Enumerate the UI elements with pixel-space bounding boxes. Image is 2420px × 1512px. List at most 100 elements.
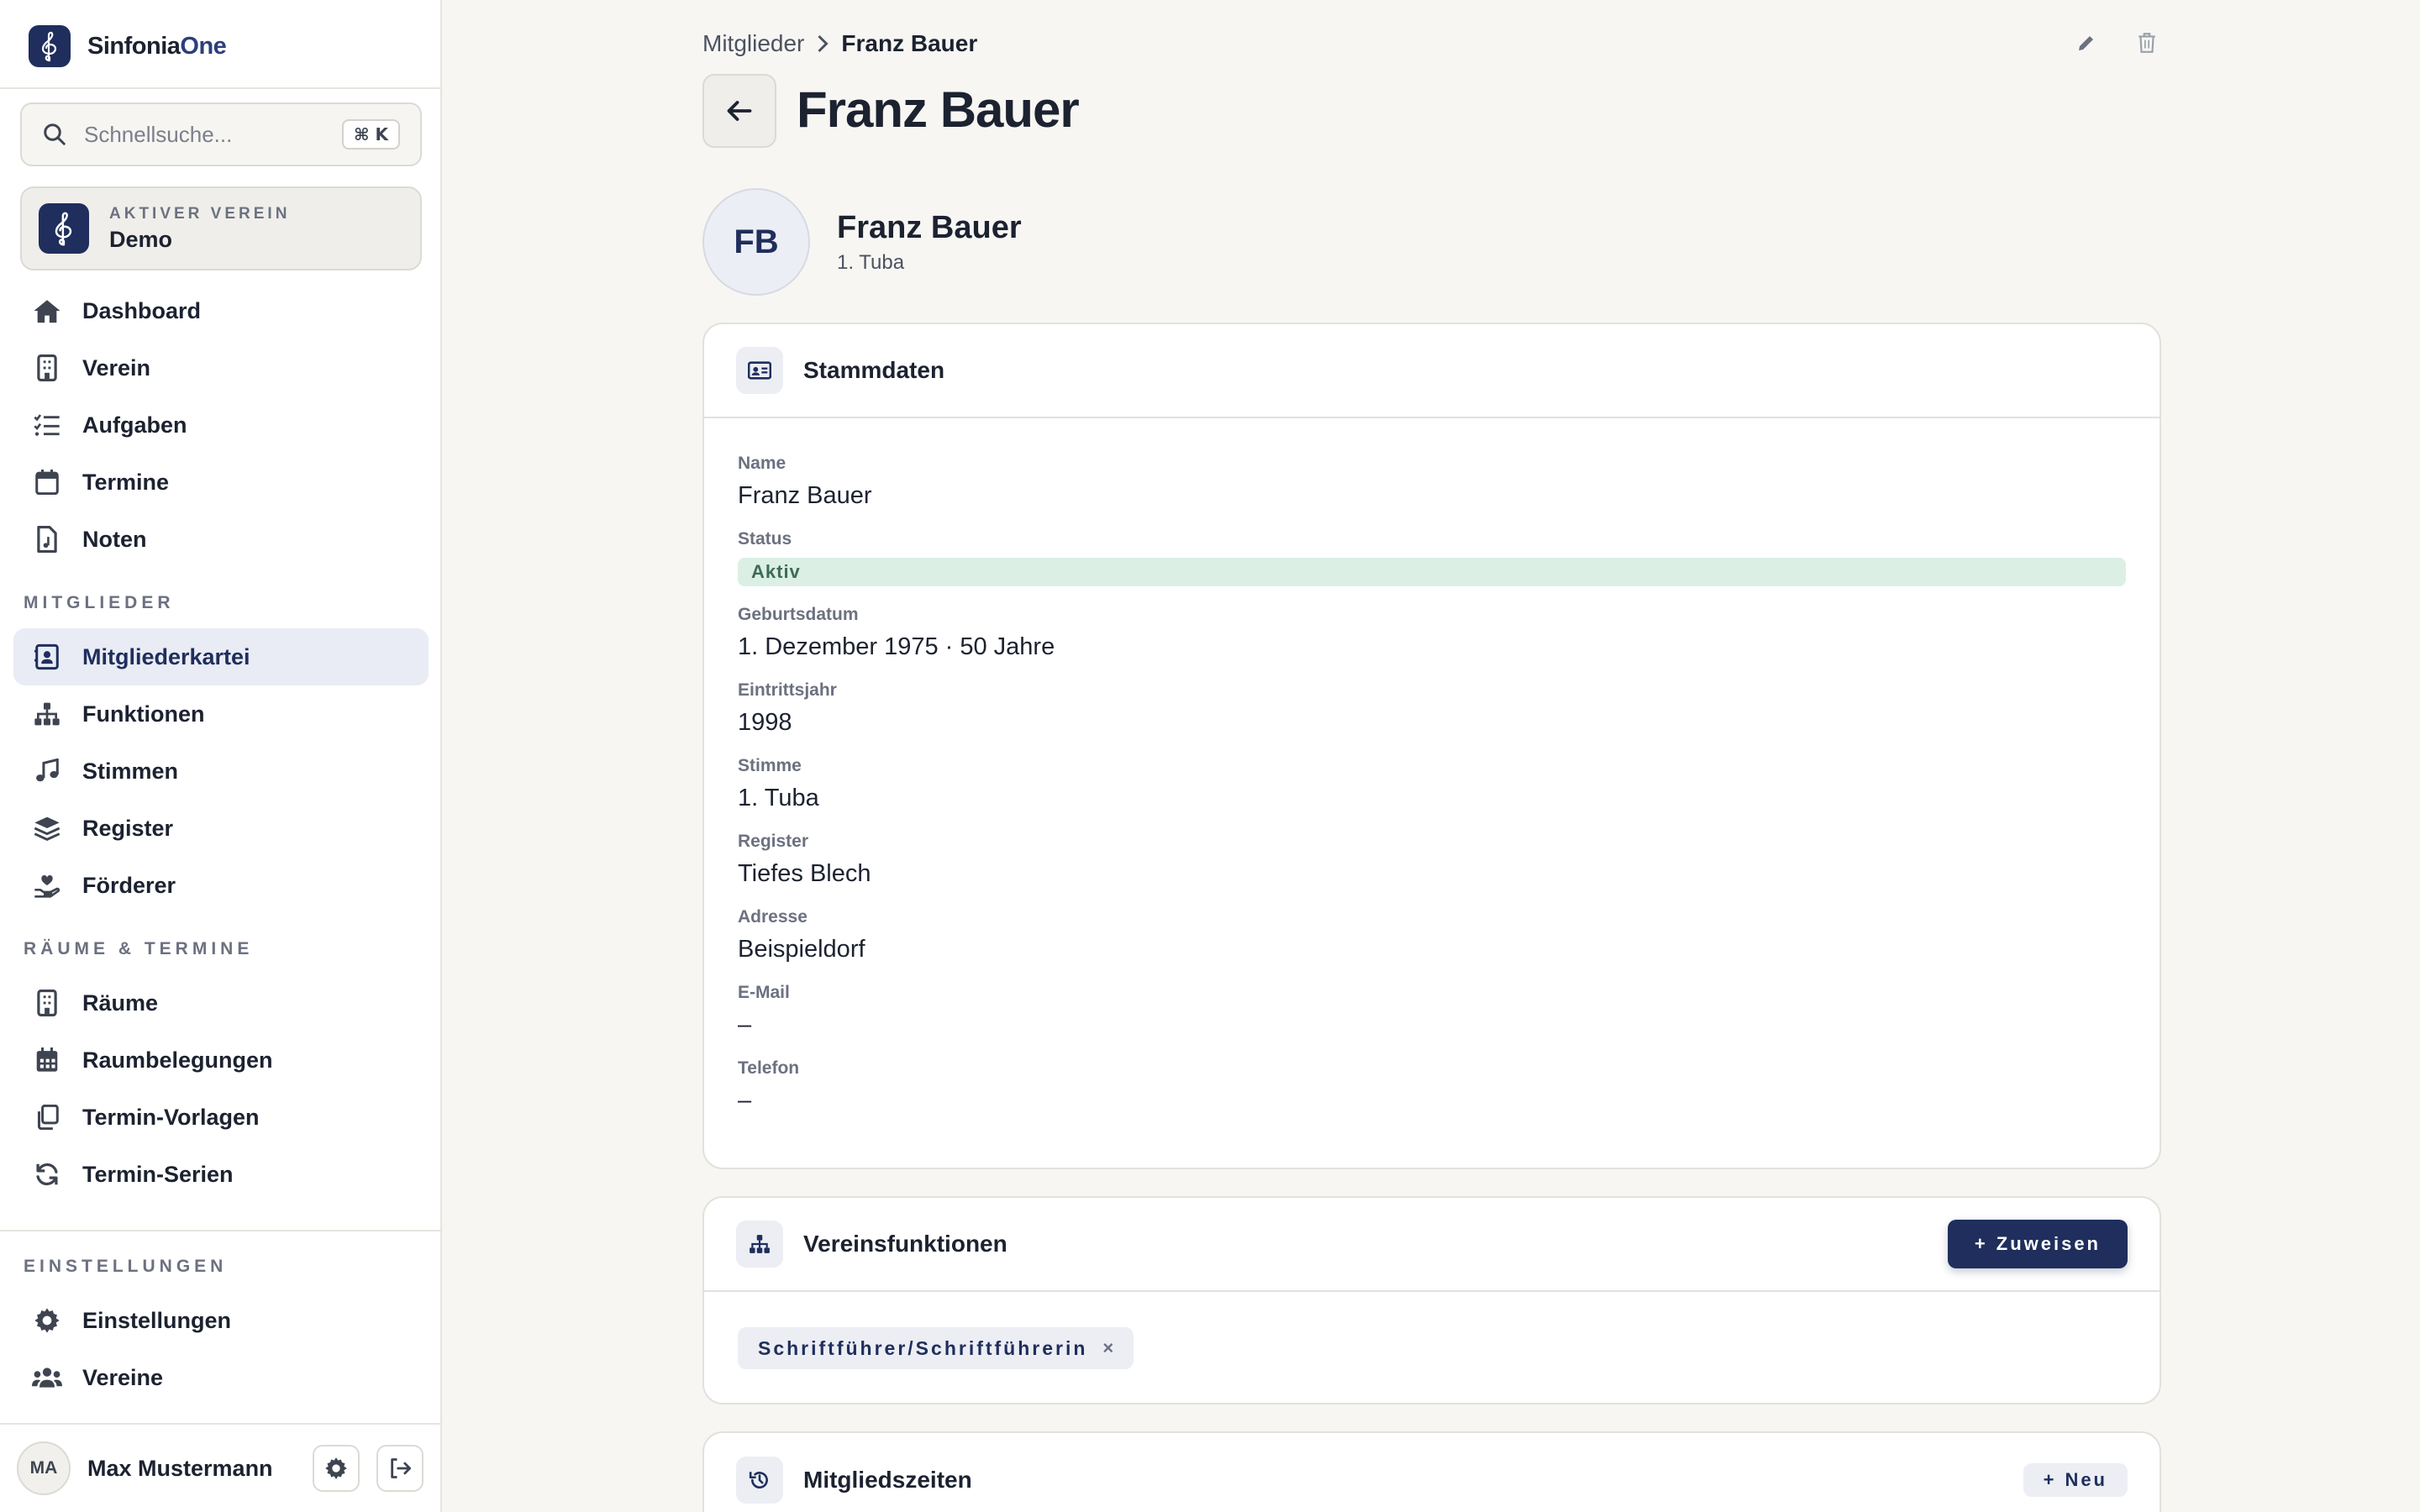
music-note-icon <box>32 756 62 786</box>
nav-item-termine[interactable]: Termine <box>13 454 429 511</box>
app-name: SinfoniaOne <box>87 32 227 60</box>
membership-periods-header: Mitgliedszeiten + Neu <box>704 1433 2160 1512</box>
nav-item-termin-vorlagen[interactable]: Termin-Vorlagen <box>13 1089 429 1146</box>
quick-search[interactable]: Schnellsuche... ⌘ K <box>20 102 422 166</box>
calendar-icon <box>32 467 62 497</box>
building-icon <box>32 988 62 1018</box>
plus-icon: + <box>1974 1233 1988 1254</box>
nav-item-raumbelegungen[interactable]: Raumbelegungen <box>13 1032 429 1089</box>
treble-clef-logo-icon <box>39 203 89 254</box>
stammdaten-title: Stammdaten <box>803 357 945 383</box>
tasks-icon <box>32 410 62 440</box>
section-label-rooms: RÄUME & TERMINE <box>24 939 254 958</box>
field-email: E-Mail – <box>738 983 790 1038</box>
id-card-icon <box>736 347 783 394</box>
member-voice: 1. Tuba <box>837 250 905 274</box>
divider <box>0 87 440 89</box>
search-shortcut: ⌘ K <box>341 119 400 150</box>
refresh-icon <box>32 1159 62 1189</box>
field-phone: Telefon – <box>738 1058 800 1114</box>
nav-item-termin-serien[interactable]: Termin-Serien <box>13 1146 429 1203</box>
search-input[interactable]: Schnellsuche... <box>84 122 342 148</box>
nav-item-noten[interactable]: Noten <box>13 511 429 568</box>
breadcrumb-current: Franz Bauer <box>841 30 978 56</box>
settings-nav-list: EINSTELLUNGEN Einstellungen Vereine <box>13 1231 429 1406</box>
active-club-label: AKTIVER VEREIN <box>109 204 291 223</box>
copy-icon <box>32 1102 62 1132</box>
section-label-members: MITGLIEDER <box>24 593 175 612</box>
settings-nav: EINSTELLUNGEN Einstellungen Vereine <box>0 1230 440 1423</box>
field-status: Status Aktiv <box>738 526 2126 601</box>
field-voice: Stimme 1. Tuba <box>738 756 819 811</box>
calendar-grid-icon <box>32 1045 62 1075</box>
user-bar: MA Max Mustermann <box>0 1423 440 1512</box>
breadcrumb: Mitglieder Franz Bauer <box>702 30 977 57</box>
stammdaten-card: Stammdaten Name Franz Bauer Status Aktiv… <box>702 323 2161 1169</box>
nav-item-mitgliederkartei[interactable]: Mitgliederkartei <box>13 628 429 685</box>
user-name: Max Mustermann <box>87 1455 273 1481</box>
member-profile-header: FB Franz Bauer 1. Tuba <box>702 188 1022 296</box>
page-actions <box>2072 29 2161 57</box>
arrow-left-icon <box>727 101 752 121</box>
nav-item-funktionen[interactable]: Funktionen <box>13 685 429 743</box>
trash-icon <box>2139 33 2155 53</box>
sidebar: SinfoniaOne Schnellsuche... ⌘ K AKTIVER … <box>0 0 442 1512</box>
chevron-right-icon <box>816 34 829 54</box>
history-icon <box>736 1457 783 1504</box>
nav-item-register[interactable]: Register <box>13 800 429 857</box>
treble-clef-logo-icon <box>29 25 71 67</box>
page-title: Franz Bauer <box>797 81 1080 138</box>
nav-item-raeume[interactable]: Räume <box>13 974 429 1032</box>
assign-function-button[interactable]: + Zuweisen <box>1947 1220 2128 1268</box>
field-name: Name Franz Bauer <box>738 454 872 509</box>
functions-header: Vereinsfunktionen + Zuweisen <box>704 1198 2160 1292</box>
brand[interactable]: SinfoniaOne <box>29 25 227 67</box>
nav-item-einstellungen[interactable]: Einstellungen <box>13 1292 429 1349</box>
sitemap-icon <box>736 1221 783 1268</box>
status-badge: Aktiv <box>738 558 2126 586</box>
active-club-switcher[interactable]: AKTIVER VEREIN Demo <box>20 186 422 270</box>
field-address: Adresse Beispieldorf <box>738 907 865 963</box>
logout-button[interactable] <box>376 1445 424 1492</box>
field-birthdate: Geburtsdatum 1. Dezember 1975 · 50 Jahre <box>738 605 1055 660</box>
layers-icon <box>32 813 62 843</box>
hand-heart-icon <box>32 870 62 900</box>
search-icon <box>44 123 66 145</box>
nav-item-foerderer[interactable]: Förderer <box>13 857 429 914</box>
sitemap-icon <box>32 699 62 729</box>
nav-item-verein[interactable]: Verein <box>13 339 429 396</box>
user-settings-button[interactable] <box>313 1445 360 1492</box>
main-nav: Dashboard Verein Aufgaben Termine Noten … <box>13 282 429 1203</box>
breadcrumb-parent[interactable]: Mitglieder <box>702 30 804 57</box>
member-avatar: FB <box>702 188 810 296</box>
user-avatar[interactable]: MA <box>17 1441 71 1495</box>
membership-periods-title: Mitgliedszeiten <box>803 1467 972 1493</box>
function-tag: Schriftführer/Schriftführerin × <box>738 1327 1134 1369</box>
delete-button[interactable] <box>2133 29 2161 57</box>
users-icon <box>32 1362 62 1393</box>
stammdaten-header: Stammdaten <box>704 324 2160 418</box>
nav-item-vereine[interactable]: Vereine <box>13 1349 429 1406</box>
gear-icon <box>32 1305 62 1336</box>
stammdaten-fields: Name Franz Bauer Status Aktiv Geburtsdat… <box>704 418 2160 1131</box>
nav-item-aufgaben[interactable]: Aufgaben <box>13 396 429 454</box>
nav-item-dashboard[interactable]: Dashboard <box>13 282 429 339</box>
plus-icon: + <box>2043 1469 2057 1490</box>
gear-icon <box>325 1457 347 1479</box>
field-register: Register Tiefes Blech <box>738 832 871 887</box>
pencil-icon <box>2079 36 2093 50</box>
back-button[interactable] <box>702 74 776 148</box>
functions-card: Vereinsfunktionen + Zuweisen Schriftführ… <box>702 1196 2161 1404</box>
section-label-settings: EINSTELLUNGEN <box>24 1257 228 1276</box>
building-icon <box>32 353 62 383</box>
nav-item-stimmen[interactable]: Stimmen <box>13 743 429 800</box>
member-name: Franz Bauer <box>837 209 1022 245</box>
home-icon <box>32 296 62 326</box>
active-club-name: Demo <box>109 226 173 252</box>
logout-icon <box>391 1458 412 1478</box>
edit-button[interactable] <box>2072 29 2101 57</box>
new-period-button[interactable]: + Neu <box>2023 1463 2128 1497</box>
field-entry-year: Eintrittsjahr 1998 <box>738 680 837 736</box>
sheet-music-file-icon <box>32 524 62 554</box>
remove-tag-icon[interactable]: × <box>1102 1337 1113 1359</box>
